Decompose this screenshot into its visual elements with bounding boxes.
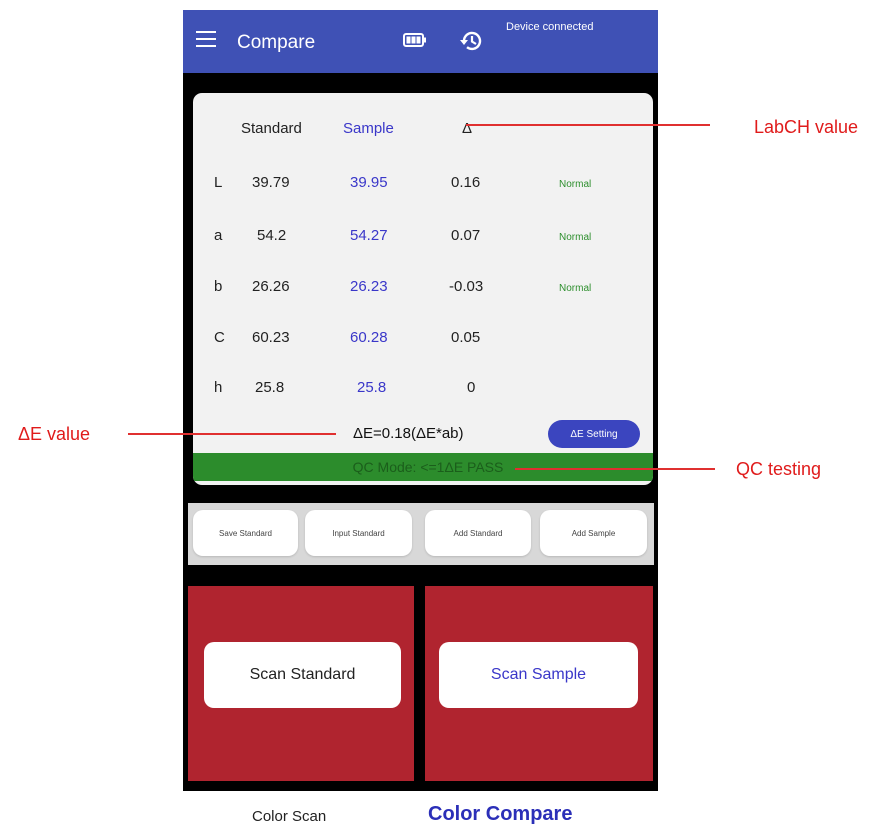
delta-e-annotation-line [128, 433, 336, 435]
app-title: Compare [237, 32, 316, 53]
add-sample-button[interactable]: Add Sample [540, 510, 647, 556]
header-standard: Standard [241, 120, 302, 137]
battery-icon [403, 33, 427, 52]
labch-annotation-line [466, 124, 710, 126]
delta-value: -0.03 [449, 278, 484, 295]
standard-value: 26.26 [252, 278, 290, 295]
device-status: Device connected [506, 21, 594, 33]
delta-e-value: ΔE=0.18(ΔE*ab) [353, 425, 464, 442]
history-icon[interactable] [458, 28, 484, 59]
tab-color-compare[interactable]: Color Compare [428, 803, 572, 826]
qc-annotation-line [515, 468, 715, 470]
qc-annotation: QC testing [736, 459, 822, 479]
delta-value: 0.16 [451, 174, 481, 191]
tab-color-scan[interactable]: Color Scan [252, 808, 326, 825]
header-delta: Δ [462, 120, 473, 137]
menu-icon[interactable] [196, 31, 216, 47]
sample-value: 26.23 [350, 278, 388, 295]
standard-value: 54.2 [257, 227, 287, 244]
standard-value: 60.23 [252, 329, 290, 346]
sample-value: 25.8 [357, 379, 387, 396]
input-standard-button[interactable]: Input Standard [305, 510, 412, 556]
delta-value: 0.07 [451, 227, 481, 244]
top-app-bar: Compare Device connected [183, 10, 658, 73]
status-badge: Normal [559, 283, 592, 294]
standard-value: 25.8 [255, 379, 285, 396]
sample-value: 60.28 [350, 329, 388, 346]
header-sample: Sample [343, 120, 394, 137]
qc-status-bar: QC Mode: <=1ΔE PASS [193, 453, 653, 481]
status-badge: Normal [559, 232, 592, 243]
save-standard-button[interactable]: Save Standard [193, 510, 298, 556]
add-standard-button[interactable]: Add Standard [425, 510, 531, 556]
row-label: C [214, 329, 225, 346]
labch-annotation: LabCH value [754, 117, 859, 137]
row-label: b [214, 278, 223, 295]
row-label: L [214, 174, 223, 191]
delta-value: 0 [467, 379, 476, 396]
sample-value: 54.27 [350, 227, 388, 244]
scan-sample-button[interactable]: Scan Sample [439, 642, 638, 708]
scan-standard-button[interactable]: Scan Standard [204, 642, 401, 708]
standard-value: 39.79 [252, 174, 290, 191]
color-values-card: Standard Sample Δ L 39.79 39.95 0.16 Nor… [193, 93, 653, 485]
status-badge: Normal [559, 179, 592, 190]
row-label: h [214, 379, 223, 396]
delta-e-setting-button[interactable]: ΔE Setting [548, 420, 640, 448]
scan-standard-panel: Scan Standard [188, 586, 414, 781]
delta-e-annotation: ΔE value [18, 424, 91, 444]
scan-sample-panel: Scan Sample [425, 586, 653, 781]
action-button-row: Save Standard Input Standard Add Standar… [188, 503, 654, 565]
phone-screen: Compare Device connected Standard Sample… [183, 10, 658, 791]
sample-value: 39.95 [350, 174, 388, 191]
row-label: a [214, 227, 223, 244]
delta-value: 0.05 [451, 329, 481, 346]
